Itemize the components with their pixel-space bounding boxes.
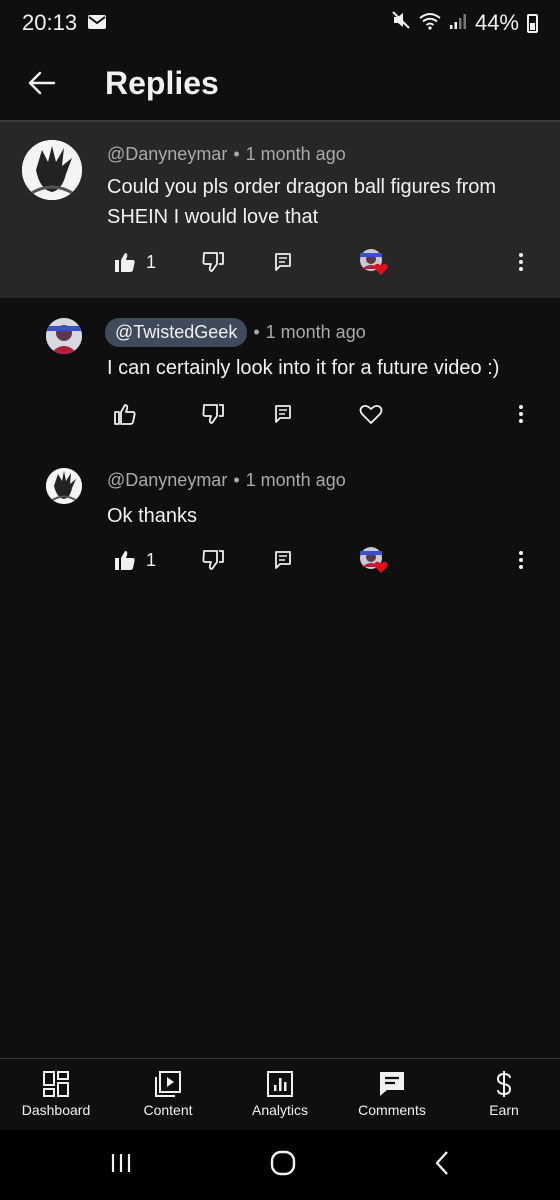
- comment-text: Could you pls order dragon ball figures …: [107, 172, 496, 232]
- more-options-button[interactable]: [518, 394, 524, 434]
- battery-percent: 44%: [474, 10, 519, 35]
- content-icon: [155, 1071, 181, 1097]
- dislike-button[interactable]: [202, 242, 224, 282]
- status-left: 20:13: [22, 10, 107, 36]
- thumbs-up-filled-icon: [115, 551, 135, 570]
- nav-label: Comments: [358, 1102, 426, 1118]
- avatar[interactable]: [46, 318, 82, 354]
- recent-apps-icon: [111, 1153, 130, 1172]
- like-button[interactable]: 1: [114, 540, 156, 580]
- comment-actions: [0, 394, 560, 434]
- signal-icon: [449, 10, 467, 36]
- thumbs-down-icon: [202, 550, 224, 570]
- meta-separator: •: [233, 470, 240, 490]
- thumbs-down-icon: [202, 404, 224, 424]
- heart-button[interactable]: [359, 394, 383, 434]
- comment-text-line: Could you pls order dragon ball figures …: [107, 176, 497, 198]
- system-nav-bar: [0, 1130, 560, 1200]
- reply-icon: [275, 405, 291, 423]
- nav-label: Analytics: [251, 1102, 309, 1118]
- home-icon: [270, 1150, 296, 1175]
- reply-comment: @Danyneymar • 1 month ago Ok thanks 1: [0, 448, 560, 588]
- reply-button[interactable]: [274, 394, 292, 434]
- home-button[interactable]: [270, 1150, 296, 1181]
- back-arrow-icon: [28, 71, 56, 95]
- avatar[interactable]: [22, 140, 82, 200]
- nav-label: Content: [143, 1102, 193, 1118]
- author-handle[interactable]: @Danyneymar: [107, 144, 227, 165]
- nav-content[interactable]: Content: [112, 1059, 224, 1130]
- nav-analytics[interactable]: Analytics: [224, 1059, 336, 1130]
- system-back-button[interactable]: [433, 1150, 451, 1181]
- parent-comment: @Danyneymar • 1 month ago Could you pls …: [0, 122, 560, 298]
- comment-text-line: Ok thanks: [107, 505, 198, 527]
- comment-text: I can certainly look into it for a futur…: [107, 353, 499, 383]
- comment-meta: @Danyneymar • 1 month ago: [107, 144, 346, 165]
- like-button[interactable]: 1: [114, 242, 156, 282]
- creator-heart-badge: [358, 540, 390, 580]
- comment-time: 1 month ago: [245, 470, 346, 490]
- reply-button[interactable]: [274, 540, 292, 580]
- creator-handle-chip[interactable]: @TwistedGeek: [105, 318, 248, 347]
- nav-earn[interactable]: Earn: [448, 1059, 560, 1130]
- thumbs-up-icon: [114, 404, 136, 425]
- nav-dashboard[interactable]: Dashboard: [0, 1059, 112, 1130]
- analytics-icon: [267, 1071, 293, 1097]
- creator-heart-icon: [360, 547, 388, 573]
- wifi-icon: [419, 10, 441, 36]
- mail-icon: [87, 10, 107, 36]
- status-time: 20:13: [22, 10, 78, 35]
- dislike-button[interactable]: [202, 540, 224, 580]
- reply-comment: @TwistedGeek • 1 month ago I can certain…: [0, 298, 560, 448]
- comment-time: 1 month ago: [245, 144, 346, 164]
- recent-apps-button[interactable]: [109, 1151, 133, 1180]
- page-title: Replies: [105, 64, 219, 101]
- more-vert-icon: [519, 253, 523, 271]
- more-options-button[interactable]: [518, 242, 524, 282]
- nav-comments[interactable]: Comments: [336, 1059, 448, 1130]
- meta-separator: •: [233, 144, 240, 164]
- comment-text-line: I can certainly look into it for a futur…: [107, 357, 500, 379]
- bottom-nav: Dashboard Content Analytics Comments Ear…: [0, 1058, 560, 1130]
- comment-actions: 1: [0, 242, 560, 282]
- dashboard-icon: [43, 1071, 69, 1097]
- comment-text: Ok thanks: [107, 501, 197, 531]
- status-bar: 20:13 44%: [0, 0, 560, 46]
- reply-button[interactable]: [274, 242, 292, 282]
- creator-heart-badge: [358, 242, 390, 282]
- header: Replies: [0, 46, 560, 120]
- status-right: 44%: [391, 10, 538, 36]
- avatar[interactable]: [46, 468, 82, 504]
- comment-meta: @TwistedGeek • 1 month ago: [105, 318, 366, 347]
- comment-time: 1 month ago: [265, 322, 366, 342]
- comment-text-line: SHEIN I would love that: [107, 206, 319, 228]
- comment-meta: @Danyneymar • 1 month ago: [107, 470, 346, 491]
- like-count: 1: [146, 251, 157, 272]
- comment-actions: 1: [0, 540, 560, 580]
- mute-icon: [391, 10, 411, 36]
- reply-icon: [275, 253, 291, 271]
- like-button[interactable]: [114, 394, 136, 434]
- thumbs-up-filled-icon: [115, 253, 135, 272]
- creator-heart-icon: [360, 249, 388, 275]
- dollar-icon: [496, 1071, 512, 1097]
- back-button[interactable]: [0, 46, 84, 120]
- more-options-button[interactable]: [518, 540, 524, 580]
- nav-label: Dashboard: [21, 1102, 91, 1118]
- comments-icon: [380, 1072, 404, 1096]
- more-vert-icon: [519, 405, 523, 423]
- more-vert-icon: [519, 551, 523, 569]
- thumbs-down-icon: [202, 252, 224, 272]
- nav-label: Earn: [489, 1102, 519, 1118]
- battery-icon: [527, 13, 538, 33]
- chevron-left-icon: [436, 1150, 449, 1175]
- dislike-button[interactable]: [202, 394, 224, 434]
- like-count: 1: [146, 549, 157, 570]
- reply-icon: [275, 551, 291, 569]
- meta-separator: •: [253, 322, 260, 342]
- heart-outline-icon: [359, 404, 383, 424]
- author-handle[interactable]: @Danyneymar: [107, 470, 227, 491]
